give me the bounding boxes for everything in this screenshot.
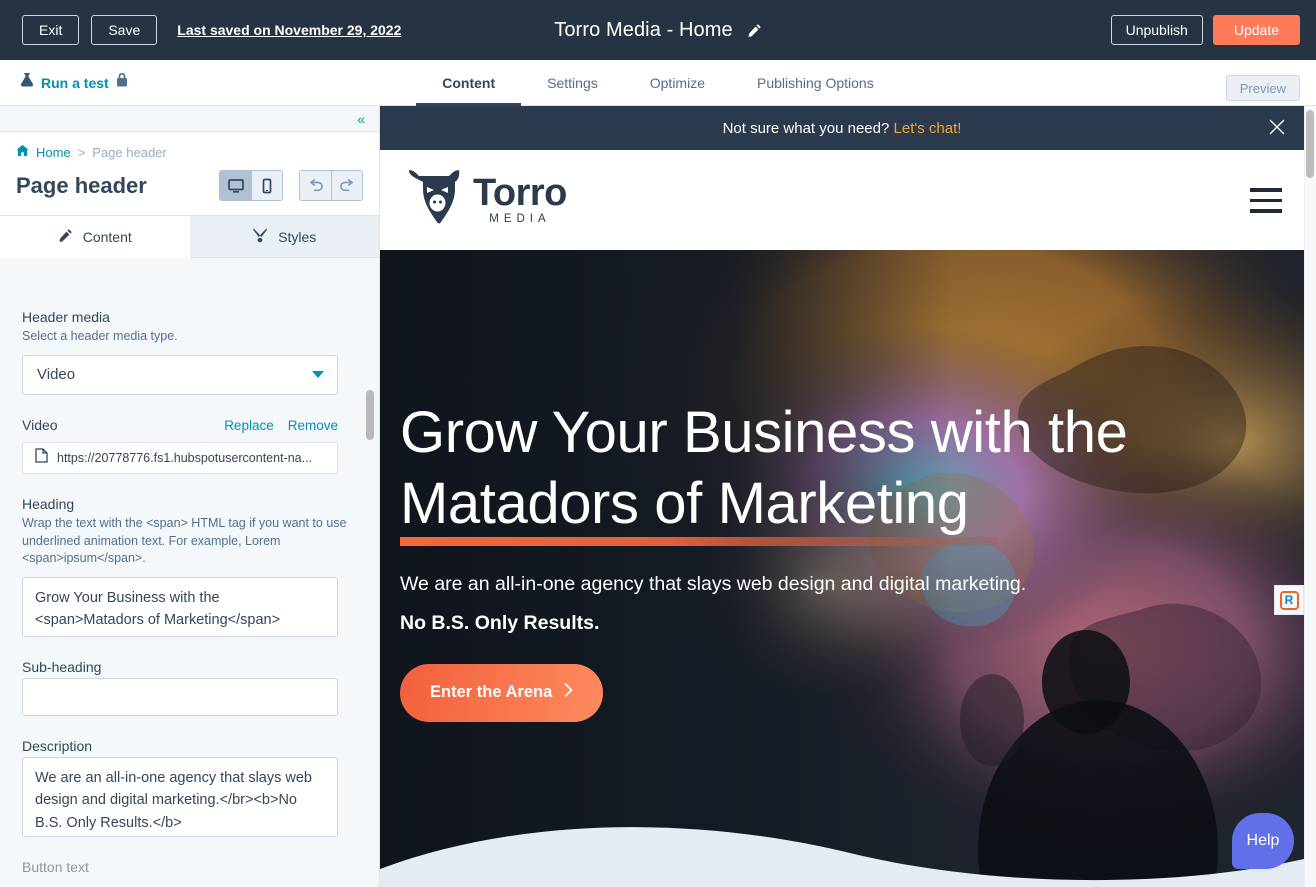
video-label: Video [22,416,58,433]
sidebar-title-row: Page header [16,170,363,201]
subheading-input[interactable] [22,678,338,716]
description-input[interactable] [22,757,338,837]
enter-the-arena-button[interactable]: Enter the Arena [400,663,604,722]
preview-button[interactable]: Preview [1225,75,1300,101]
chevron-down-icon [312,371,324,379]
tab-publishing-options[interactable]: Publishing Options [731,76,900,106]
browser-extension-badge[interactable]: R [1274,585,1304,615]
remove-video-link[interactable]: Remove [288,418,338,433]
chevron-double-left-icon[interactable]: « [357,112,365,126]
replace-video-link[interactable]: Replace [224,418,274,433]
header-media-help: Select a header media type. [22,329,178,343]
hero-heading: Grow Your Business with the Matadors of … [400,398,1220,546]
close-icon[interactable] [1268,118,1286,136]
last-saved-link[interactable]: Last saved on November 29, 2022 [177,22,401,38]
hero-paragraph: We are an all-in-one agency that slays w… [400,572,1027,595]
device-preview-toggle [219,170,283,201]
page-title: Torro Media - Home [554,18,733,41]
sidebar-field-list: Header media Select a header media type.… [0,287,379,887]
video-field-header: Video Replace Remove [22,417,338,433]
heading-input[interactable] [22,577,338,637]
video-actions: Replace Remove [224,418,338,433]
video-file-chip[interactable]: https://20778776.fs1.hubspotusercontent-… [22,441,338,474]
site-logo-sub: MEDIA [489,213,551,226]
tab-content-panel[interactable]: Content [0,216,190,258]
pencil-icon [58,228,73,246]
editor-sidebar: « Home > Page header Page header Content… [0,106,380,887]
hamburger-menu-icon[interactable] [1250,188,1282,213]
page-scrollbar-track[interactable] [1304,106,1316,887]
tab-content-label: Content [82,228,132,245]
save-button[interactable]: Save [91,15,158,45]
chat-promo-text: Not sure what you need? Let's chat! [722,119,962,137]
sidebar-scrollbar-thumb[interactable] [366,390,374,440]
heading-label: Heading [22,495,75,512]
editor-top-bar: Exit Save Last saved on November 29, 202… [0,0,1316,60]
brush-icon [252,227,268,246]
sidebar-content-styles-tabs: Content Styles [0,216,379,258]
chevron-right-icon [564,683,573,702]
site-logo[interactable]: Torro MEDIA [400,167,567,234]
hero-section: Grow Your Business with the Matadors of … [380,250,1304,887]
editor-sub-nav: Run a test Content Settings Optimize Pub… [0,60,1316,106]
unpublish-button[interactable]: Unpublish [1110,15,1203,45]
subheading-label: Sub-heading [22,659,102,675]
pencil-icon[interactable] [747,23,762,38]
exit-button[interactable]: Exit [22,15,80,45]
sidebar-header: Home > Page header Page header [0,132,379,216]
lets-chat-link[interactable]: Let's chat! [894,120,962,137]
site-logo-wordmark: Torro MEDIA [473,171,567,226]
description-label: Description [22,738,93,754]
tab-styles-panel[interactable]: Styles [189,216,379,258]
sidebar-collapse-row: « [0,106,379,132]
chat-promo-bar: Not sure what you need? Let's chat! [380,106,1304,150]
breadcrumb-home[interactable]: Home [36,145,71,160]
breadcrumb-separator: > [77,144,86,160]
header-media-select[interactable]: Video [22,354,338,395]
page-editor-app: Exit Save Last saved on November 29, 202… [0,0,1316,887]
redo-icon[interactable] [331,171,362,200]
sidebar-scrollbar-track[interactable] [366,287,377,887]
cta-label: Enter the Arena [430,683,553,702]
history-controls [299,170,363,201]
field-video: Video Replace Remove https://20778776.fs… [22,417,358,474]
file-icon [35,448,48,468]
hero-heading-line1: Grow Your Business with the [400,400,1128,465]
heading-help: Wrap the text with the <span> HTML tag i… [22,515,347,566]
hero-paragraph-bold: No B.S. Only Results. [400,611,600,634]
site-logo-name: Torro [473,171,567,214]
header-media-label: Header media [22,309,110,325]
field-header-media: Header media Select a header media type.… [22,309,358,395]
extension-letter: R [1279,590,1299,610]
field-subheading: Sub-heading [22,659,358,716]
update-button[interactable]: Update [1212,15,1300,45]
sub-nav-tabs: Content Settings Optimize Publishing Opt… [0,60,1316,106]
field-heading: Heading Wrap the text with the <span> HT… [22,496,358,637]
sidebar-title: Page header [16,172,147,198]
hero-heading-line2: Matadors of Marketing [400,469,997,546]
top-bar-right-group: Unpublish Update [1110,0,1300,60]
hero-content: Grow Your Business with the Matadors of … [400,398,1220,722]
video-filename: https://20778776.fs1.hubspotusercontent-… [57,450,313,465]
field-description: Description [22,738,358,837]
page-preview-pane: Not sure what you need? Let's chat! Torr… [380,106,1304,887]
button-text-label: Button text [22,859,89,875]
tab-styles-label: Styles [278,228,317,245]
help-button[interactable]: Help [1232,813,1294,869]
top-bar-left-group: Exit Save Last saved on November 29, 202… [0,15,401,45]
page-scrollbar-thumb[interactable] [1306,110,1314,178]
tab-content[interactable]: Content [416,76,522,106]
bull-head-icon [400,167,468,234]
undo-icon[interactable] [300,171,331,200]
header-media-value: Video [37,366,76,384]
site-header: Torro MEDIA [380,150,1304,250]
breadcrumb: Home > Page header [16,144,363,160]
mobile-icon[interactable] [251,171,282,200]
home-icon[interactable] [16,144,29,160]
tab-optimize[interactable]: Optimize [624,76,731,106]
desktop-icon[interactable] [220,171,251,200]
breadcrumb-current: Page header [92,144,167,160]
hero-bottom-wave [380,827,1304,887]
tab-settings[interactable]: Settings [521,76,624,106]
